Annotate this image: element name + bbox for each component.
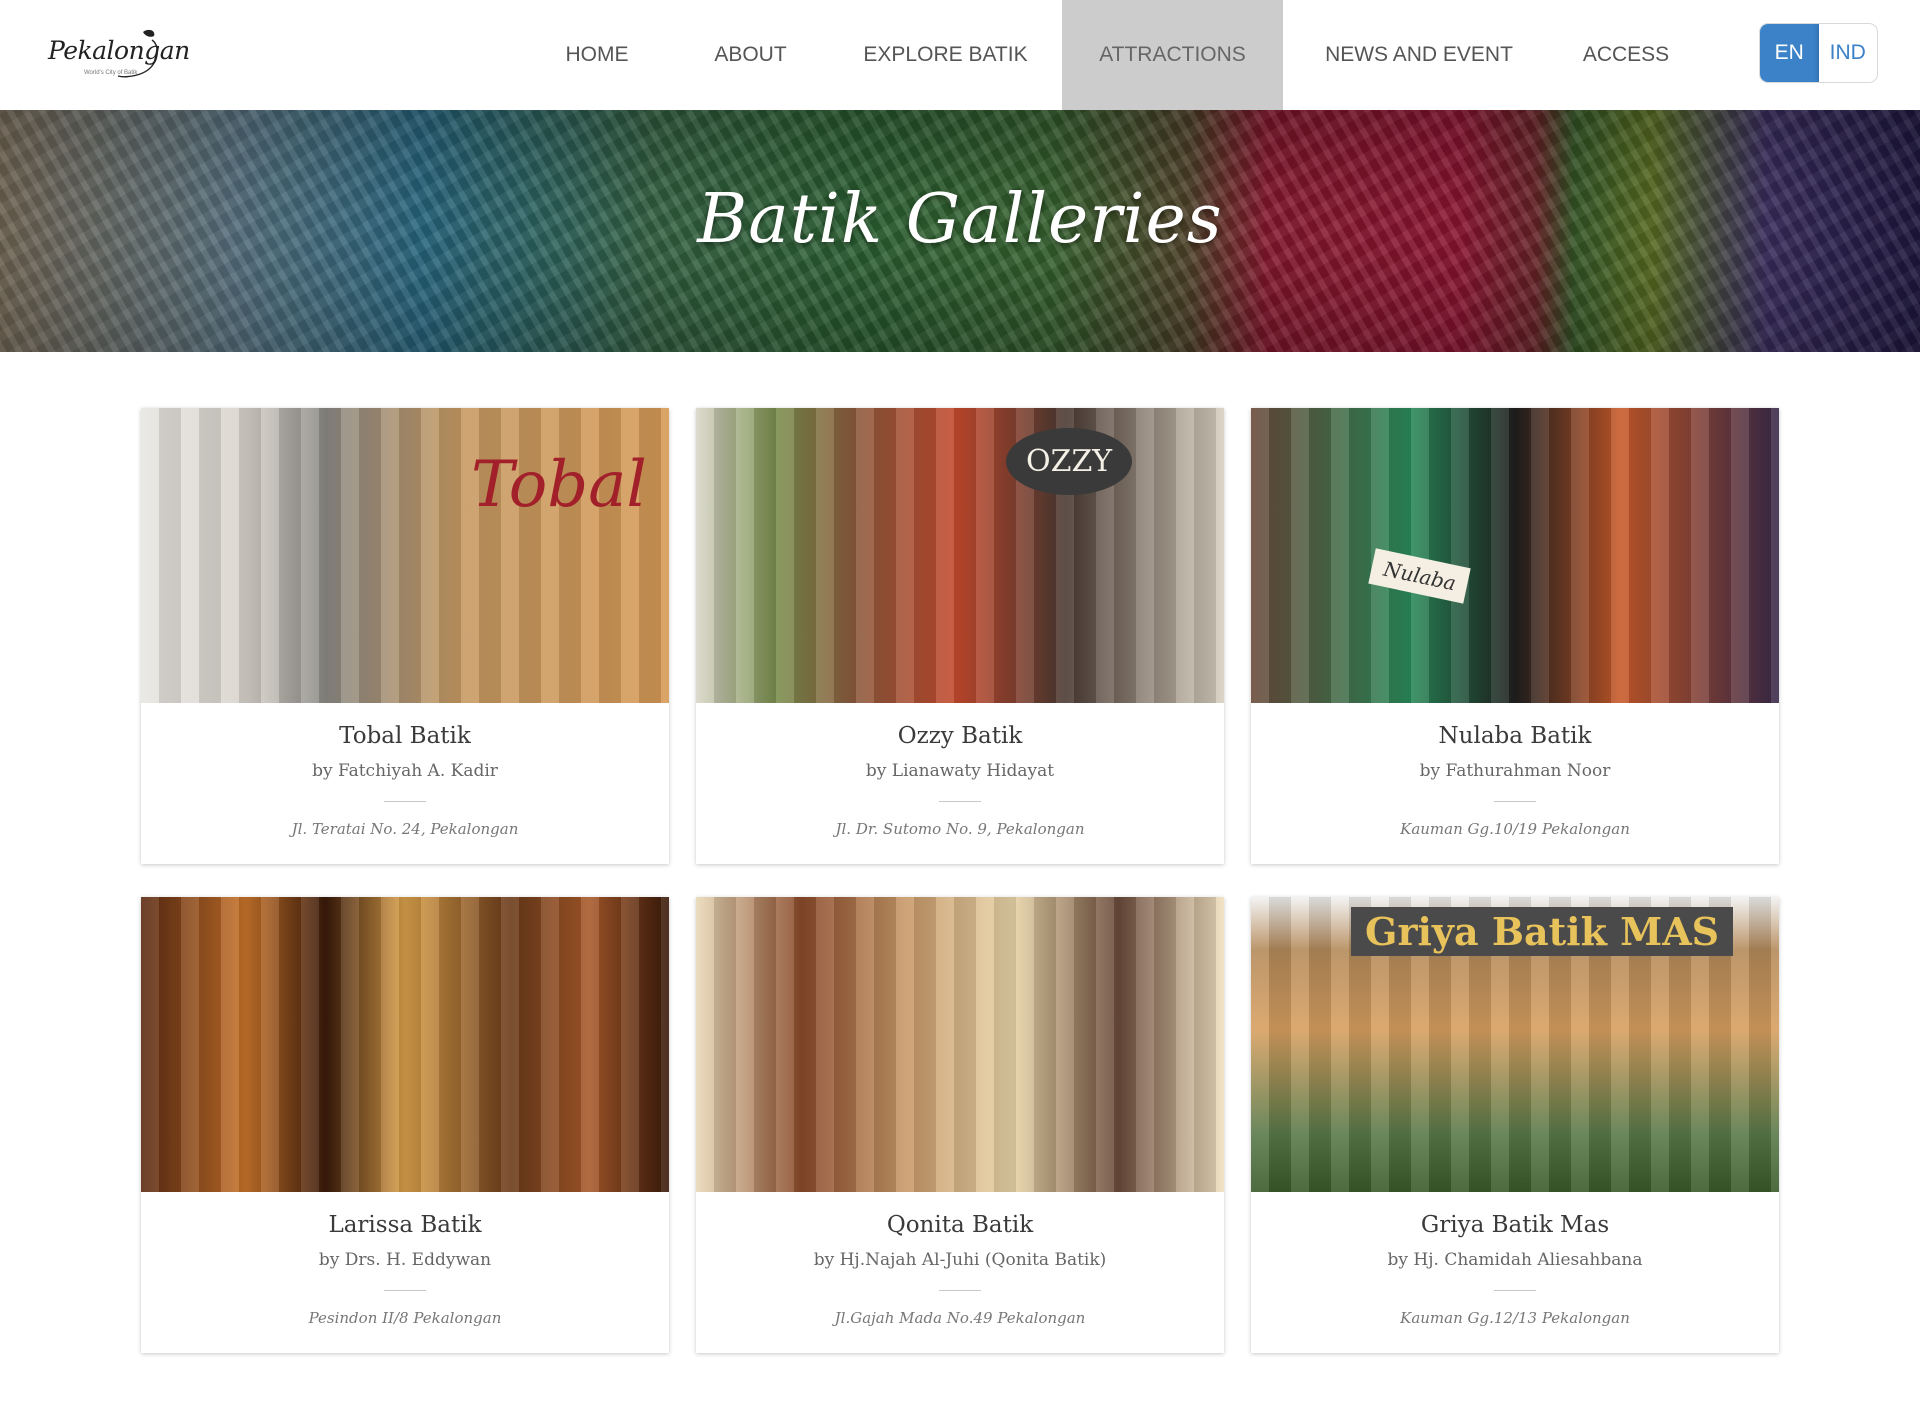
gallery-card[interactable]: Tobal Tobal Batik by Fatchiyah A. Kadir …	[141, 408, 669, 864]
divider	[1494, 1290, 1536, 1291]
divider	[384, 1290, 426, 1291]
gallery-address: Jl. Dr. Sutomo No. 9, Pekalongan	[835, 820, 1085, 838]
gallery-owner: by Hj. Chamidah Aliesahbana	[1387, 1250, 1643, 1270]
gallery-photo: Tobal	[141, 408, 669, 703]
tobal-sign: Tobal	[471, 448, 647, 522]
logo-text: Pekalongan	[48, 36, 190, 65]
divider	[939, 1290, 981, 1291]
nav-item-attractions[interactable]: ATTRACTIONS	[1062, 0, 1283, 110]
gallery-owner: by Drs. H. Eddywan	[318, 1250, 492, 1270]
divider	[1494, 801, 1536, 802]
gallery-name: Larissa Batik	[328, 1212, 482, 1238]
nav-item-news-and-event[interactable]: NEWS AND EVENT	[1283, 0, 1555, 110]
page-banner: Batik Galleries	[0, 110, 1920, 352]
nav-item-access[interactable]: ACCESS	[1555, 0, 1697, 110]
gallery-owner: by Hj.Najah Al-Juhi (Qonita Batik)	[813, 1250, 1107, 1270]
gallery-card[interactable]: Griya Batik MAS Griya Batik Mas by Hj. C…	[1251, 897, 1779, 1353]
gallery-photo: OZZY	[696, 408, 1224, 703]
divider	[939, 801, 981, 802]
gallery-name: Nulaba Batik	[1438, 723, 1592, 749]
nav-item-about[interactable]: ABOUT	[672, 0, 829, 110]
gallery-address: Kauman Gg.12/13 Pekalongan	[1400, 1309, 1630, 1327]
gallery-address: Jl.Gajah Mada No.49 Pekalongan	[834, 1309, 1086, 1327]
gallery-owner: by Fathurahman Noor	[1419, 761, 1611, 781]
gallery-card[interactable]: Nulaba Nulaba Batik by Fathurahman Noor …	[1251, 408, 1779, 864]
divider	[384, 801, 426, 802]
photo-texture	[696, 408, 1224, 703]
gallery-card[interactable]: Qonita Batik by Hj.Najah Al-Juhi (Qonita…	[696, 897, 1224, 1353]
gallery-photo: Nulaba	[1251, 408, 1779, 703]
gallery-grid: Tobal Tobal Batik by Fatchiyah A. Kadir …	[141, 408, 1779, 1353]
gallery-address: Kauman Gg.10/19 Pekalongan	[1400, 820, 1630, 838]
photo-texture	[141, 897, 669, 1192]
ozzy-sign: OZZY	[1006, 428, 1133, 495]
gallery-name: Ozzy Batik	[897, 723, 1023, 749]
gallery-card[interactable]: Larissa Batik by Drs. H. Eddywan Pesindo…	[141, 897, 669, 1353]
gallery-name: Tobal Batik	[339, 723, 471, 749]
griya-sign: Griya Batik MAS	[1351, 907, 1734, 956]
gallery-owner: by Lianawaty Hidayat	[865, 761, 1055, 781]
page-title: Batik Galleries	[697, 180, 1223, 259]
lang-ind-button[interactable]: IND	[1818, 24, 1877, 82]
gallery-photo	[141, 897, 669, 1192]
lang-en-button[interactable]: EN	[1760, 24, 1819, 82]
photo-texture	[696, 897, 1224, 1192]
main-nav: HOME ABOUT EXPLORE BATIK ATTRACTIONS NEW…	[522, 0, 1697, 110]
logo-subtitle: World's City of Batik	[84, 70, 138, 76]
site-header: Pekalongan World's City of Batik HOME AB…	[0, 0, 1920, 110]
gallery-owner: by Fatchiyah A. Kadir	[312, 761, 498, 781]
gallery-card[interactable]: OZZY Ozzy Batik by Lianawaty Hidayat Jl.…	[696, 408, 1224, 864]
gallery-address: Jl. Teratai No. 24, Pekalongan	[291, 820, 519, 838]
gallery-name: Griya Batik Mas	[1420, 1212, 1610, 1238]
gallery-photo: Griya Batik MAS	[1251, 897, 1779, 1192]
nav-item-explore-batik[interactable]: EXPLORE BATIK	[829, 0, 1062, 110]
gallery-name: Qonita Batik	[886, 1212, 1034, 1238]
photo-texture	[1251, 408, 1779, 703]
gallery-address: Pesindon II/8 Pekalongan	[308, 1309, 502, 1327]
nav-item-home[interactable]: HOME	[522, 0, 672, 110]
site-logo[interactable]: Pekalongan World's City of Batik	[48, 26, 190, 86]
language-switcher: EN IND	[1760, 24, 1877, 82]
gallery-photo	[696, 897, 1224, 1192]
